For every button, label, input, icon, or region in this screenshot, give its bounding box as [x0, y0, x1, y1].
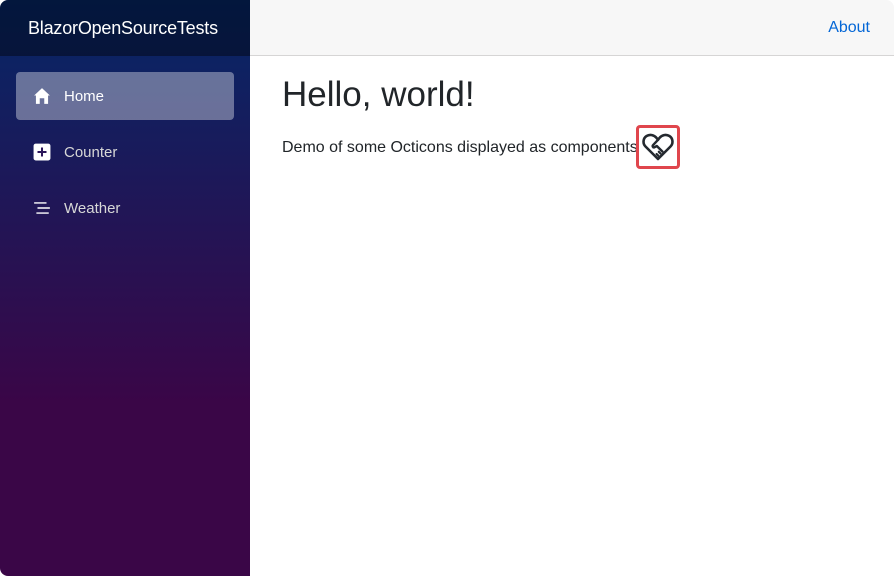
sidebar-nav: Home Counter Weather: [0, 56, 250, 232]
sidebar-item-counter[interactable]: Counter: [16, 128, 234, 176]
demo-row: Demo of some Octicons displayed as compo…: [282, 124, 862, 169]
sidebar-item-label: Counter: [64, 143, 118, 161]
content: Hello, world! Demo of some Octicons disp…: [250, 56, 894, 189]
list-lines-icon: [32, 198, 52, 218]
main-area: About Hello, world! Demo of some Octicon…: [250, 0, 894, 576]
icon-highlight-box[interactable]: [635, 124, 680, 169]
app-brand[interactable]: BlazorOpenSourceTests: [28, 18, 218, 39]
top-row: About: [250, 0, 894, 56]
brand-bar: BlazorOpenSourceTests: [0, 0, 250, 56]
page-title: Hello, world!: [282, 75, 475, 114]
about-link[interactable]: About: [828, 19, 870, 37]
sidebar-item-label: Home: [64, 87, 105, 105]
app-window: BlazorOpenSourceTests Home Counter Weath…: [0, 0, 894, 576]
heart-handshake-icon: [642, 133, 674, 160]
home-icon: [32, 86, 52, 106]
sidebar-item-weather[interactable]: Weather: [16, 184, 234, 232]
sidebar-item-label: Weather: [64, 199, 121, 217]
sidebar: BlazorOpenSourceTests Home Counter Weath…: [0, 0, 250, 576]
sidebar-item-home[interactable]: Home: [16, 72, 234, 120]
plus-square-icon: [32, 142, 52, 162]
demo-description: Demo of some Octicons displayed as compo…: [282, 138, 638, 156]
